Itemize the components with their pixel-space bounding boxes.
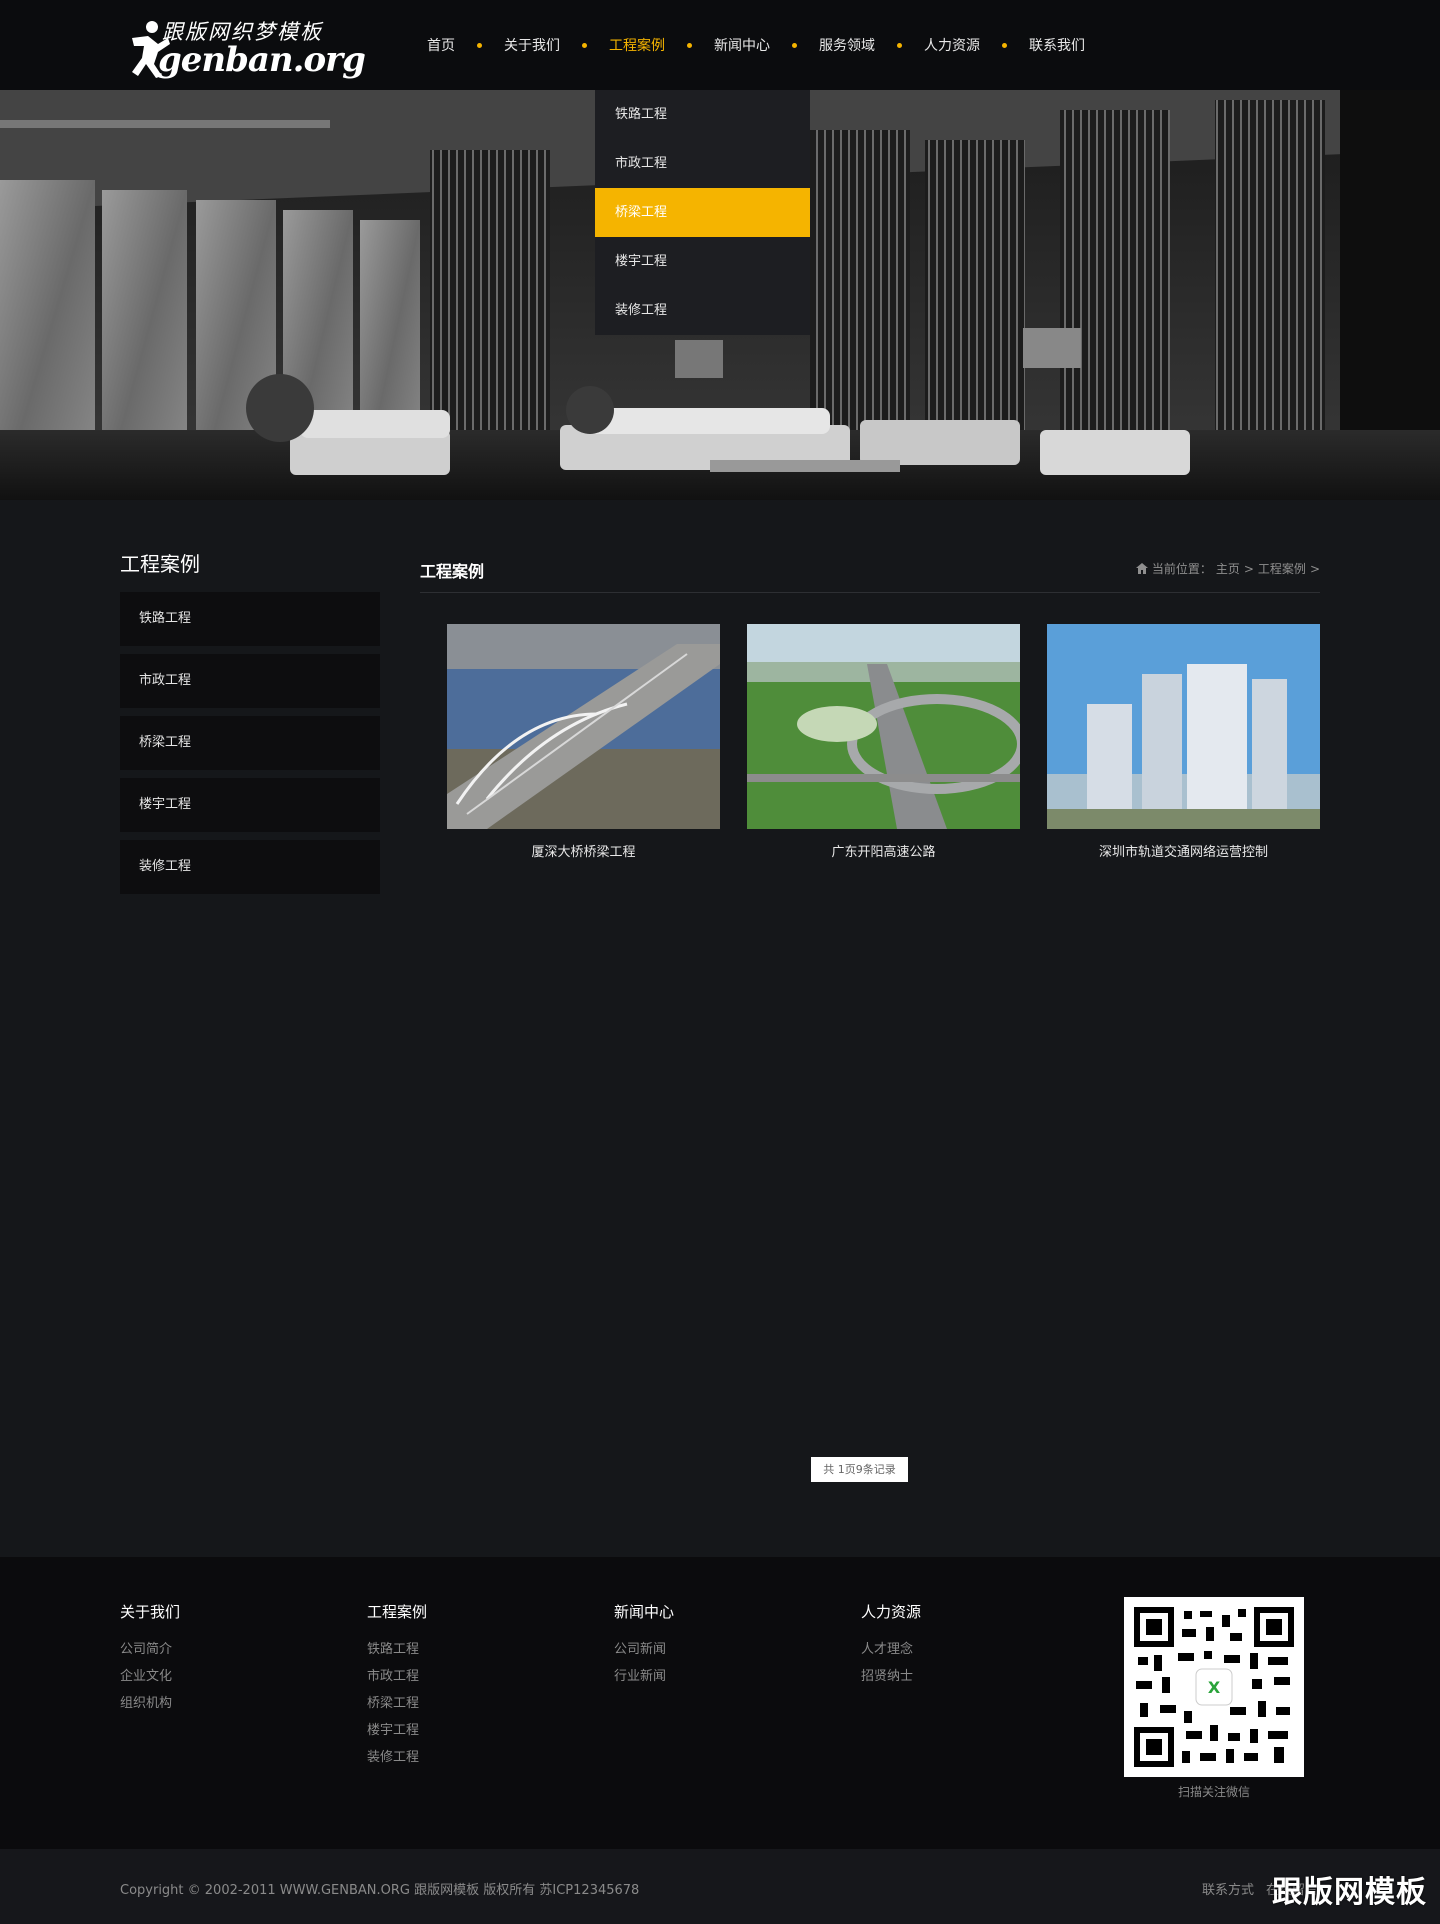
qr-caption: 扫描关注微信 xyxy=(1177,1785,1250,1799)
footer-column-cases: 工程案例 铁路工程 市政工程 桥梁工程 楼宇工程 装修工程 xyxy=(367,1601,427,1771)
qr-code-image: X xyxy=(1124,1597,1304,1777)
footer-link[interactable]: 铁路工程 xyxy=(367,1636,427,1663)
case-thumbnail-building[interactable] xyxy=(1047,624,1320,829)
footer-link[interactable]: 行业新闻 xyxy=(614,1663,674,1690)
breadcrumb: 当前位置： 主页 > 工程案例 > xyxy=(1135,560,1320,577)
nav-contact[interactable]: 联系我们 xyxy=(1007,35,1107,55)
footer-link[interactable]: 楼宇工程 xyxy=(367,1717,427,1744)
main-nav: 首页 关于我们 工程案例 新闻中心 服务领域 人力资源 联系我们 xyxy=(405,0,1107,90)
site-logo[interactable]: 跟版网织梦模板 genban.org xyxy=(128,14,366,86)
footer-link[interactable]: 装修工程 xyxy=(367,1744,427,1771)
footer-column-about: 关于我们 公司简介 企业文化 组织机构 xyxy=(120,1601,180,1717)
sidebar-item-building[interactable]: 楼宇工程 xyxy=(120,778,380,832)
page-title: 工程案例 xyxy=(420,562,485,581)
pagination-info: 共 1页9条记录 xyxy=(811,1457,908,1482)
case-thumbnail-highway[interactable] xyxy=(747,624,1020,829)
case-card[interactable]: 深圳市轨道交通网络运营控制 xyxy=(1047,624,1320,860)
nav-about[interactable]: 关于我们 xyxy=(482,35,582,55)
main-content: 工程案例 当前位置： 主页 > 工程案例 > 厦深大桥桥梁工程 广东开阳高速公路… xyxy=(420,548,1320,860)
logo-english-text: genban.org xyxy=(158,40,366,80)
footer-column-hr: 人力资源 人才理念 招贤纳士 xyxy=(861,1601,921,1690)
nav-cases[interactable]: 工程案例 xyxy=(587,35,687,55)
nav-services[interactable]: 服务领域 xyxy=(797,35,897,55)
footer-link[interactable]: 公司简介 xyxy=(120,1636,180,1663)
wechat-qr-block: X 扫描关注微信 xyxy=(1124,1597,1304,1800)
breadcrumb-separator: > xyxy=(1243,561,1254,576)
footer-link[interactable]: 招贤纳士 xyxy=(861,1663,921,1690)
footer-column-title: 工程案例 xyxy=(367,1603,428,1621)
footer-link[interactable]: 市政工程 xyxy=(367,1663,427,1690)
dropdown-item-bridge[interactable]: 桥梁工程 xyxy=(595,188,810,237)
footer-bottom-bar: Copyright © 2002-2011 WWW.GENBAN.ORG 跟版网… xyxy=(0,1849,1440,1924)
footer-column-title: 新闻中心 xyxy=(614,1603,675,1621)
sidebar-item-railway[interactable]: 铁路工程 xyxy=(120,592,380,646)
site-footer: 关于我们 公司简介 企业文化 组织机构 工程案例 铁路工程 市政工程 桥梁工程 … xyxy=(0,1557,1440,1849)
dropdown-item-building[interactable]: 楼宇工程 xyxy=(595,237,810,286)
copyright-text: Copyright © 2002-2011 WWW.GENBAN.ORG 跟版网… xyxy=(120,1883,640,1898)
case-card[interactable]: 广东开阳高速公路 xyxy=(747,624,1020,860)
footer-column-news: 新闻中心 公司新闻 行业新闻 xyxy=(614,1601,674,1690)
case-thumbnail-bridge[interactable] xyxy=(447,624,720,829)
nav-news[interactable]: 新闻中心 xyxy=(692,35,792,55)
breadcrumb-home-link[interactable]: 主页 xyxy=(1216,560,1240,577)
qr-code-icon: X xyxy=(1134,1607,1294,1767)
contact-link[interactable]: 联系方式 xyxy=(1202,1879,1254,1898)
breadcrumb-separator: > xyxy=(1309,561,1320,576)
footer-column-title: 关于我们 xyxy=(120,1603,181,1621)
footer-link[interactable]: 公司新闻 xyxy=(614,1636,674,1663)
footer-column-title: 人力资源 xyxy=(861,1603,922,1621)
sidebar-title: 工程案例 xyxy=(120,552,200,576)
breadcrumb-prefix: 当前位置： xyxy=(1151,562,1212,576)
nav-home[interactable]: 首页 xyxy=(405,35,477,55)
category-sidebar: 工程案例 铁路工程 市政工程 桥梁工程 楼宇工程 装修工程 xyxy=(120,548,380,902)
footer-link[interactable]: 桥梁工程 xyxy=(367,1690,427,1717)
case-title[interactable]: 广东开阳高速公路 xyxy=(747,841,1020,860)
content-header: 工程案例 当前位置： 主页 > 工程案例 > xyxy=(420,548,1320,593)
case-card[interactable]: 厦深大桥桥梁工程 xyxy=(447,624,720,860)
dropdown-item-railway[interactable]: 铁路工程 xyxy=(595,90,810,139)
footer-link[interactable]: 人才理念 xyxy=(861,1636,921,1663)
case-grid: 厦深大桥桥梁工程 广东开阳高速公路 深圳市轨道交通网络运营控制 xyxy=(447,624,1320,860)
nav-hr[interactable]: 人力资源 xyxy=(902,35,1002,55)
home-icon xyxy=(1135,563,1148,574)
site-header: 跟版网织梦模板 genban.org 首页 关于我们 工程案例 新闻中心 服务领… xyxy=(0,0,1440,90)
watermark-text: 跟版网模板 xyxy=(1272,1875,1427,1910)
footer-link[interactable]: 组织机构 xyxy=(120,1690,180,1717)
sidebar-item-municipal[interactable]: 市政工程 xyxy=(120,654,380,708)
breadcrumb-current-link[interactable]: 工程案例 xyxy=(1258,560,1306,577)
svg-text:X: X xyxy=(1208,1678,1221,1697)
case-title[interactable]: 厦深大桥桥梁工程 xyxy=(447,841,720,860)
dropdown-item-decoration[interactable]: 装修工程 xyxy=(595,286,810,335)
sidebar-item-decoration[interactable]: 装修工程 xyxy=(120,840,380,894)
dropdown-item-municipal[interactable]: 市政工程 xyxy=(595,139,810,188)
case-title[interactable]: 深圳市轨道交通网络运营控制 xyxy=(1047,841,1320,860)
footer-link[interactable]: 企业文化 xyxy=(120,1663,180,1690)
cases-dropdown-menu: 铁路工程 市政工程 桥梁工程 楼宇工程 装修工程 xyxy=(595,90,810,335)
sidebar-item-bridge[interactable]: 桥梁工程 xyxy=(120,716,380,770)
